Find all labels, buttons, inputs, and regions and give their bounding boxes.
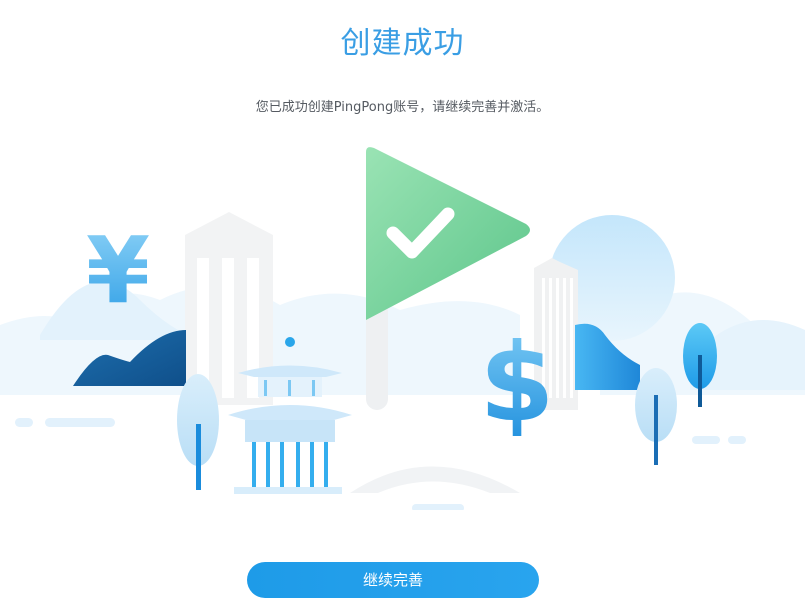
success-illustration: ¥ $ (0, 147, 805, 510)
left-tree (177, 374, 219, 490)
page-title: 创建成功 (340, 26, 465, 61)
mist-lines (15, 418, 746, 510)
success-message: 您已成功创建PingPong账号，请继续完善并激活。 (255, 100, 550, 115)
continue-button[interactable]: 继续完善 (247, 562, 539, 598)
dollar-icon: $ (479, 321, 554, 446)
yen-icon: ¥ (86, 217, 150, 324)
bridge (350, 466, 520, 493)
